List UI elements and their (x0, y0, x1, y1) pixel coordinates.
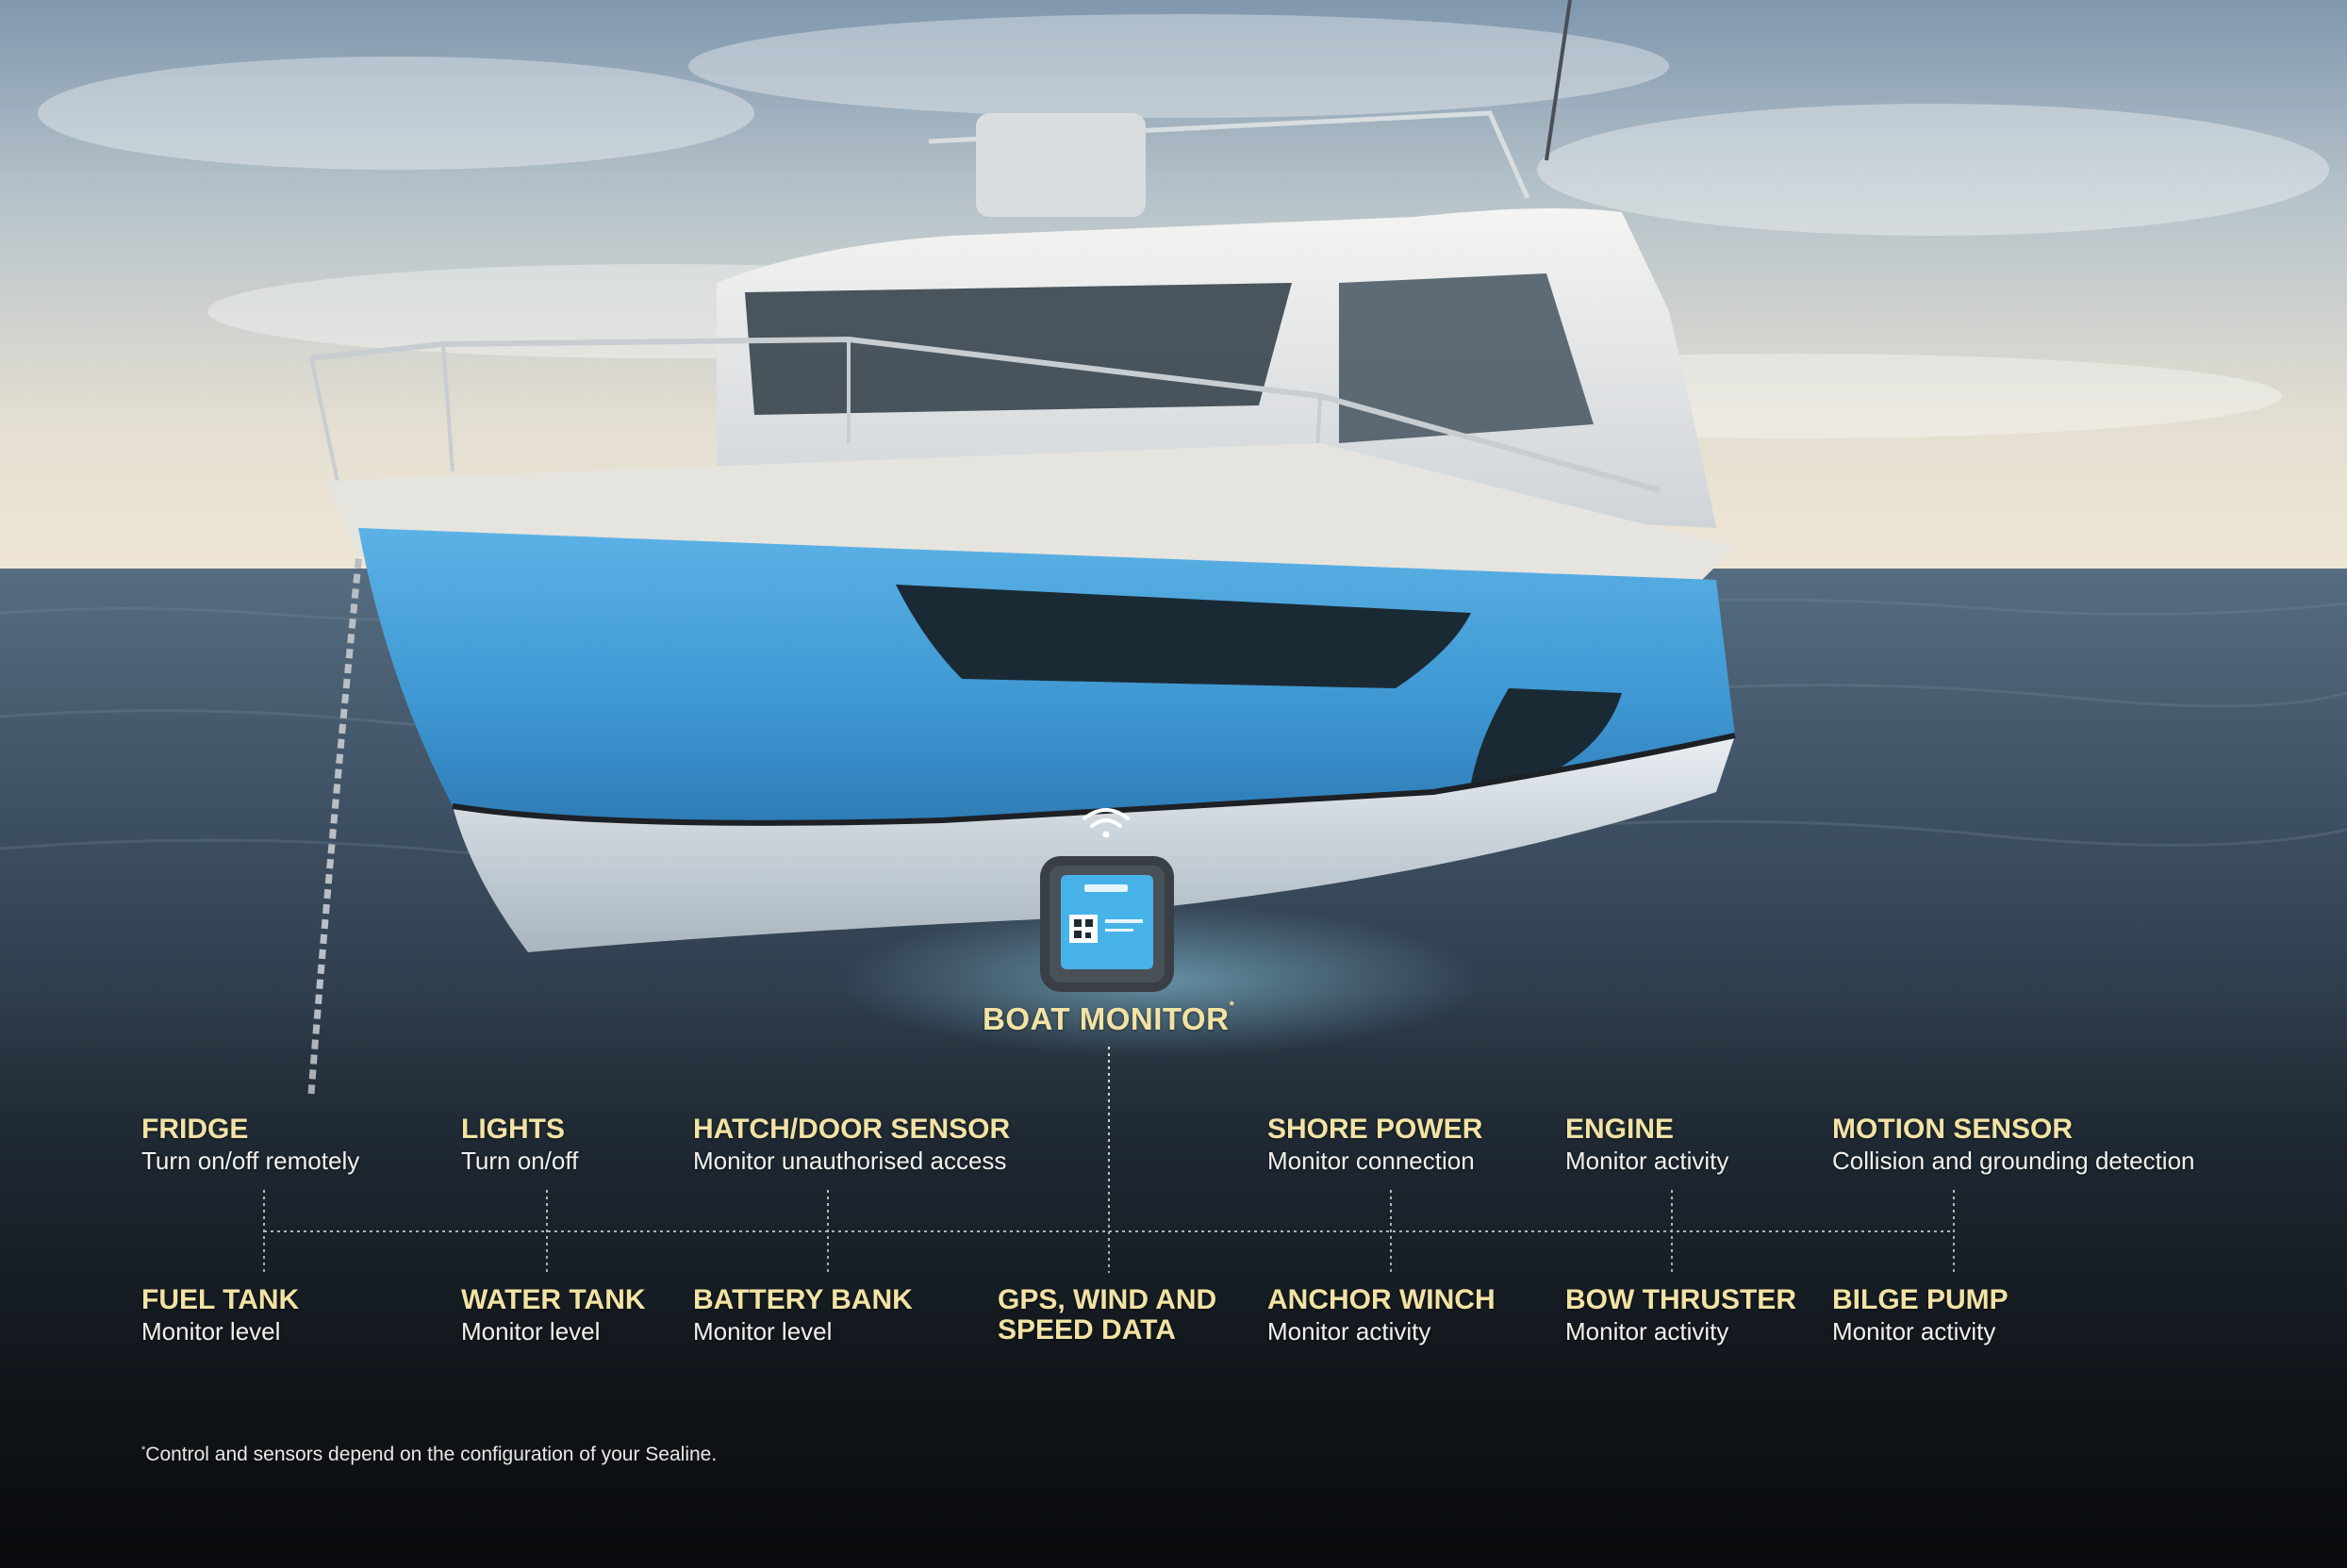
feature-anchor-winch: ANCHOR WINCH Monitor activity (1267, 1285, 1496, 1347)
brochure-page: BOAT MONITOR* FRIDGE Turn on/off remotel… (0, 0, 2347, 1568)
feature-desc: Monitor activity (1565, 1317, 1729, 1345)
feature-hatch-door-sensor: HATCH/DOOR SENSOR Monitor unauthorised a… (693, 1114, 1010, 1177)
feature-desc: Monitor connection (1267, 1147, 1475, 1175)
feature-title: WATER TANK (461, 1284, 646, 1315)
feature-desc: Monitor activity (1832, 1317, 1996, 1345)
boat-monitor-label: BOAT MONITOR* (983, 998, 1235, 1036)
feature-title: BILGE PUMP (1832, 1284, 2008, 1315)
feature-gps-wind-speed: GPS, WIND AND SPEED DATA (998, 1285, 1216, 1345)
feature-title: SHORE POWER (1267, 1114, 1483, 1145)
feature-title: BATTERY BANK (693, 1284, 913, 1315)
feature-desc: Monitor activity (1267, 1317, 1431, 1345)
boat-monitor-device-icon (1040, 856, 1174, 992)
feature-desc: Turn on/off (461, 1147, 579, 1175)
feature-title: BOW THRUSTER (1565, 1284, 1796, 1315)
feature-water-tank: WATER TANK Monitor level (461, 1285, 646, 1347)
feature-desc: Monitor unauthorised access (693, 1147, 1007, 1175)
footnote: *Control and sensors depend on the confi… (141, 1444, 718, 1465)
feature-battery-bank: BATTERY BANK Monitor level (693, 1285, 913, 1347)
feature-fuel-tank: FUEL TANK Monitor level (141, 1285, 299, 1347)
feature-desc: Monitor activity (1565, 1147, 1729, 1175)
feature-desc: Turn on/off remotely (141, 1147, 360, 1175)
feature-desc: Monitor level (461, 1317, 601, 1345)
feature-title: MOTION SENSOR (1832, 1114, 2074, 1145)
feature-title-line1: GPS, WIND AND (998, 1284, 1217, 1315)
feature-desc: Collision and grounding detection (1832, 1147, 2195, 1175)
feature-engine: ENGINE Monitor activity (1565, 1114, 1728, 1177)
feature-title: ANCHOR WINCH (1267, 1284, 1496, 1315)
feature-title: ENGINE (1565, 1114, 1675, 1145)
feature-desc: Monitor level (693, 1317, 833, 1345)
feature-title: HATCH/DOOR SENSOR (693, 1114, 1011, 1145)
feature-desc: Monitor level (141, 1317, 281, 1345)
feature-shore-power: SHORE POWER Monitor connection (1267, 1114, 1482, 1177)
feature-motion-sensor: MOTION SENSOR Collision and grounding de… (1832, 1114, 2195, 1177)
feature-lights: LIGHTS Turn on/off (461, 1114, 578, 1177)
feature-bow-thruster: BOW THRUSTER Monitor activity (1565, 1285, 1796, 1347)
feature-title: FRIDGE (141, 1114, 249, 1145)
feature-title: FUEL TANK (141, 1284, 300, 1315)
feature-title-line2: SPEED DATA (998, 1314, 1176, 1345)
feature-fridge: FRIDGE Turn on/off remotely (141, 1114, 359, 1177)
feature-title: LIGHTS (461, 1114, 565, 1145)
feature-bilge-pump: BILGE PUMP Monitor activity (1832, 1285, 2008, 1347)
